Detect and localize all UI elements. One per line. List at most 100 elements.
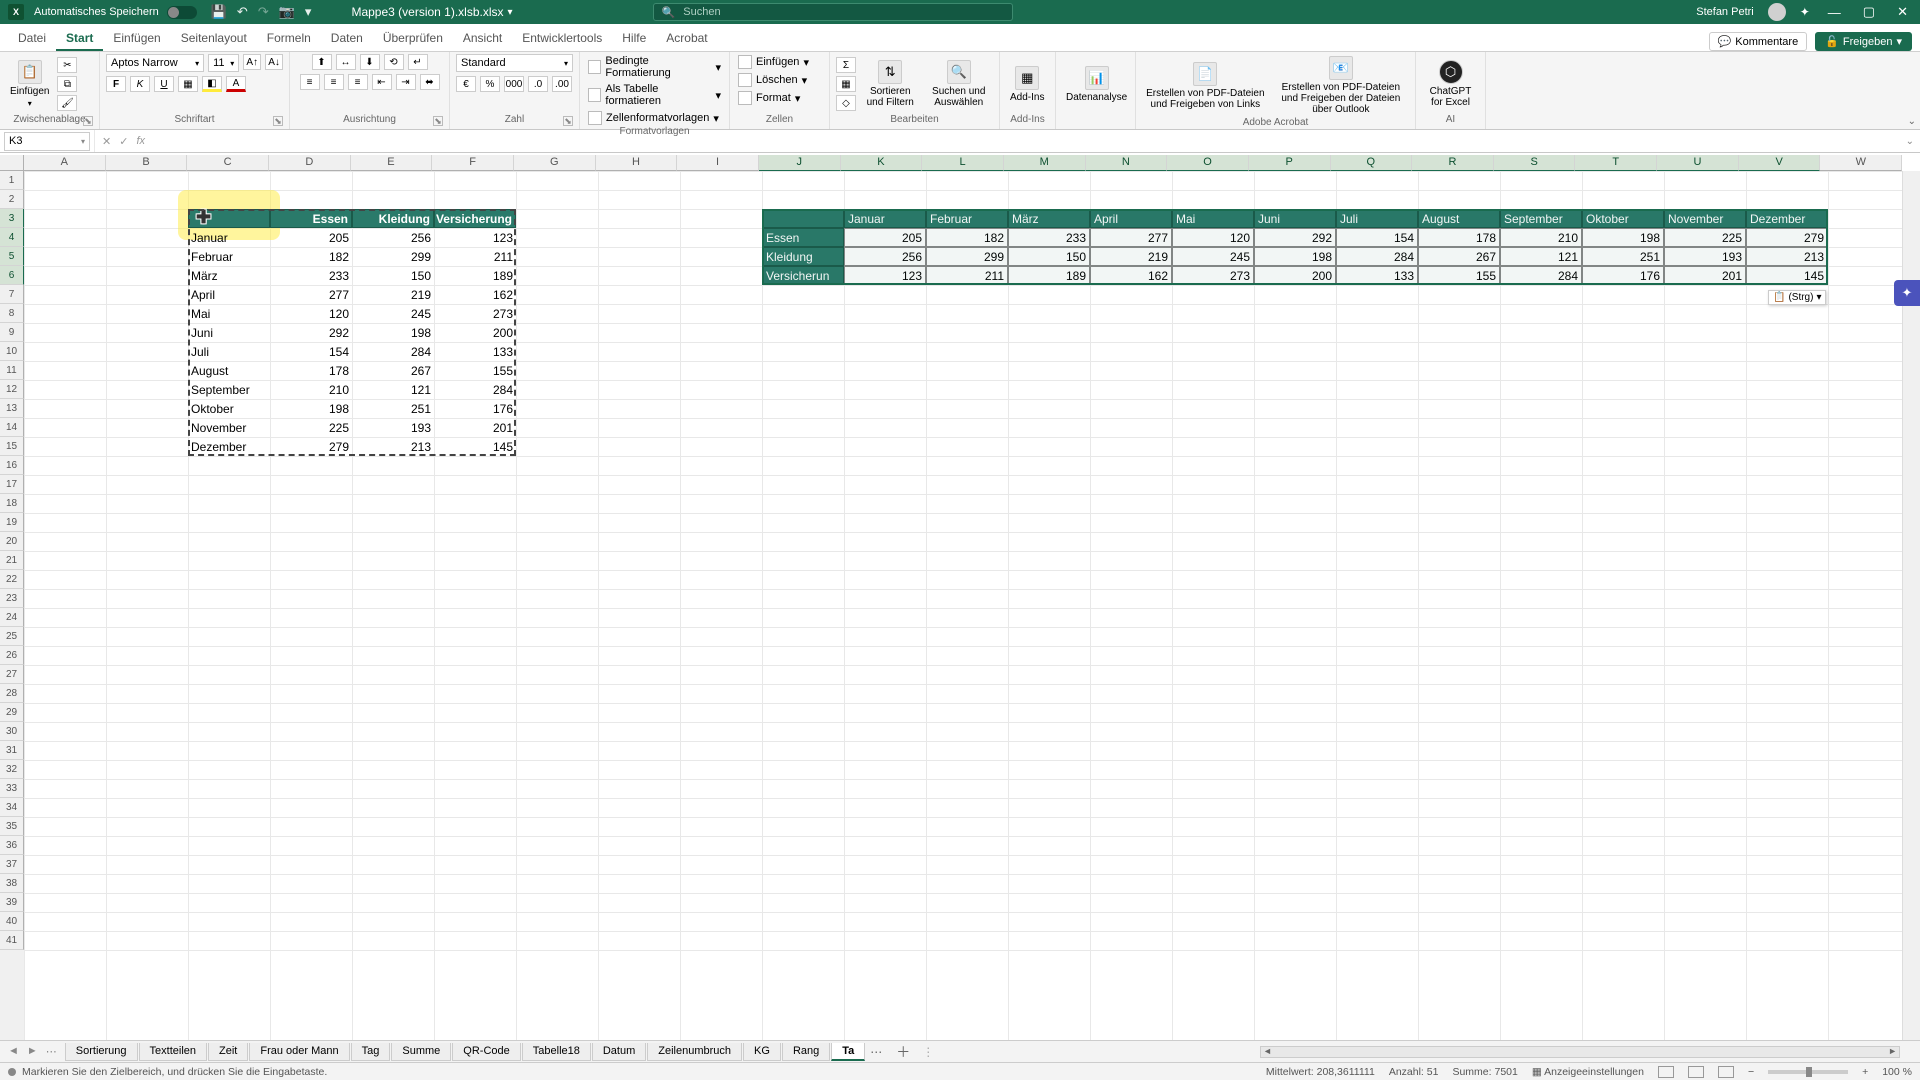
- cell[interactable]: Januar: [188, 228, 270, 247]
- orientation-button[interactable]: ⟲: [384, 54, 404, 70]
- chatgpt-button[interactable]: ⬡ChatGPT for Excel: [1422, 58, 1479, 110]
- bold-button[interactable]: F: [106, 76, 126, 92]
- align-top-button[interactable]: ⬆: [312, 54, 332, 70]
- cell[interactable]: 123: [844, 266, 926, 285]
- ribbon-tab-überprüfen[interactable]: Überprüfen: [373, 27, 453, 51]
- percent-button[interactable]: %: [480, 76, 500, 92]
- cell[interactable]: 251: [1582, 247, 1664, 266]
- cell[interactable]: 225: [270, 418, 352, 437]
- cell[interactable]: 210: [1500, 228, 1582, 247]
- fill-color-button[interactable]: ◧: [202, 76, 222, 92]
- cell[interactable]: 201: [1664, 266, 1746, 285]
- align-middle-button[interactable]: ↔: [336, 54, 356, 70]
- row-header[interactable]: 34: [0, 798, 24, 817]
- sheet-prev-icon[interactable]: ◄: [8, 1045, 19, 1058]
- collapse-ribbon-button[interactable]: ⌄: [1908, 116, 1916, 127]
- decrease-indent-button[interactable]: ⇤: [372, 74, 392, 90]
- cell[interactable]: 299: [352, 247, 434, 266]
- cell[interactable]: 193: [1664, 247, 1746, 266]
- cell[interactable]: 198: [352, 323, 434, 342]
- sheet-tab[interactable]: Ta: [831, 1043, 865, 1061]
- format-painter-button[interactable]: 🖌: [57, 95, 77, 111]
- search-box[interactable]: 🔍 Suchen: [653, 3, 1013, 21]
- thousands-button[interactable]: 000: [504, 76, 524, 92]
- row-header[interactable]: 33: [0, 779, 24, 798]
- align-launcher[interactable]: ⬊: [433, 116, 443, 126]
- ribbon-tab-ansicht[interactable]: Ansicht: [453, 27, 512, 51]
- qat-more-icon[interactable]: ▾: [305, 4, 312, 20]
- cell[interactable]: April: [1090, 209, 1172, 228]
- cell[interactable]: 279: [1746, 228, 1828, 247]
- clipboard-launcher[interactable]: ⬊: [83, 116, 93, 126]
- share-button[interactable]: 🔓 Freigeben ▾: [1815, 32, 1912, 51]
- ribbon-tab-start[interactable]: Start: [56, 27, 103, 51]
- sheet-tab[interactable]: Datum: [592, 1043, 646, 1061]
- ribbon-tab-seitenlayout[interactable]: Seitenlayout: [171, 27, 257, 51]
- increase-font-button[interactable]: A↑: [243, 54, 261, 70]
- cell[interactable]: 145: [434, 437, 516, 456]
- cell[interactable]: 279: [270, 437, 352, 456]
- cell[interactable]: [188, 209, 270, 228]
- format-cells-button[interactable]: Format ▾: [736, 90, 823, 106]
- row-header[interactable]: 18: [0, 494, 24, 513]
- ribbon-tab-acrobat[interactable]: Acrobat: [656, 27, 717, 51]
- merge-button[interactable]: ⬌: [420, 74, 440, 90]
- copy-button[interactable]: ⧉: [57, 76, 77, 92]
- cell[interactable]: 251: [352, 399, 434, 418]
- filename-chevron-icon[interactable]: ▾: [508, 7, 513, 18]
- cell[interactable]: November: [1664, 209, 1746, 228]
- undo-icon[interactable]: ↶: [237, 4, 248, 20]
- cell[interactable]: 189: [434, 266, 516, 285]
- cell[interactable]: Februar: [926, 209, 1008, 228]
- teams-side-icon[interactable]: ✦: [1894, 280, 1920, 306]
- cell[interactable]: Kleidung: [352, 209, 434, 228]
- cell[interactable]: Essen: [762, 228, 844, 247]
- display-settings-button[interactable]: ▦ Anzeigeeinstellungen: [1532, 1066, 1644, 1078]
- zoom-level[interactable]: 100 %: [1882, 1066, 1912, 1078]
- row-header[interactable]: 11: [0, 361, 24, 380]
- cell[interactable]: November: [188, 418, 270, 437]
- align-bottom-button[interactable]: ⬇: [360, 54, 380, 70]
- cell[interactable]: 120: [1172, 228, 1254, 247]
- ribbon-tab-datei[interactable]: Datei: [8, 27, 56, 51]
- cell[interactable]: August: [188, 361, 270, 380]
- cell[interactable]: 133: [434, 342, 516, 361]
- expand-formula-icon[interactable]: ⌄: [1900, 136, 1920, 147]
- row-header[interactable]: 28: [0, 684, 24, 703]
- align-center-button[interactable]: ≡: [324, 74, 344, 90]
- page-layout-view-button[interactable]: [1688, 1066, 1704, 1078]
- cell[interactable]: Juli: [188, 342, 270, 361]
- row-header[interactable]: 14: [0, 418, 24, 437]
- cell[interactable]: 154: [270, 342, 352, 361]
- cell[interactable]: Februar: [188, 247, 270, 266]
- cell-styles-button[interactable]: Zellenformatvorlagen ▾: [586, 110, 723, 126]
- sheet-tab[interactable]: KG: [743, 1043, 781, 1061]
- row-header[interactable]: 24: [0, 608, 24, 627]
- cell[interactable]: 133: [1336, 266, 1418, 285]
- sheet-tab[interactable]: Sortierung: [65, 1043, 138, 1061]
- row-headers[interactable]: 1234567891011121314151617181920212223242…: [0, 171, 24, 1040]
- wrap-text-button[interactable]: ↵: [408, 54, 428, 70]
- cell[interactable]: 277: [1090, 228, 1172, 247]
- fx-icon[interactable]: fx: [133, 135, 148, 147]
- cell[interactable]: März: [188, 266, 270, 285]
- cell[interactable]: 178: [1418, 228, 1500, 247]
- row-header[interactable]: 5: [0, 247, 24, 266]
- align-left-button[interactable]: ≡: [300, 74, 320, 90]
- column-header[interactable]: O: [1167, 155, 1249, 171]
- cell[interactable]: 155: [434, 361, 516, 380]
- cell[interactable]: 178: [270, 361, 352, 380]
- cell[interactable]: 176: [434, 399, 516, 418]
- ribbon-tab-entwicklertools[interactable]: Entwicklertools: [512, 27, 612, 51]
- cell[interactable]: 121: [352, 380, 434, 399]
- sheet-tab[interactable]: Frau oder Mann: [249, 1043, 349, 1061]
- cell[interactable]: 292: [270, 323, 352, 342]
- cell[interactable]: 150: [352, 266, 434, 285]
- cell[interactable]: 150: [1008, 247, 1090, 266]
- ribbon-tab-formeln[interactable]: Formeln: [257, 27, 321, 51]
- insert-cells-button[interactable]: Einfügen ▾: [736, 54, 823, 70]
- cell[interactable]: 162: [1090, 266, 1172, 285]
- row-header[interactable]: 37: [0, 855, 24, 874]
- file-name[interactable]: Mappe3 (version 1).xlsb.xlsx: [351, 5, 503, 19]
- cell[interactable]: 182: [926, 228, 1008, 247]
